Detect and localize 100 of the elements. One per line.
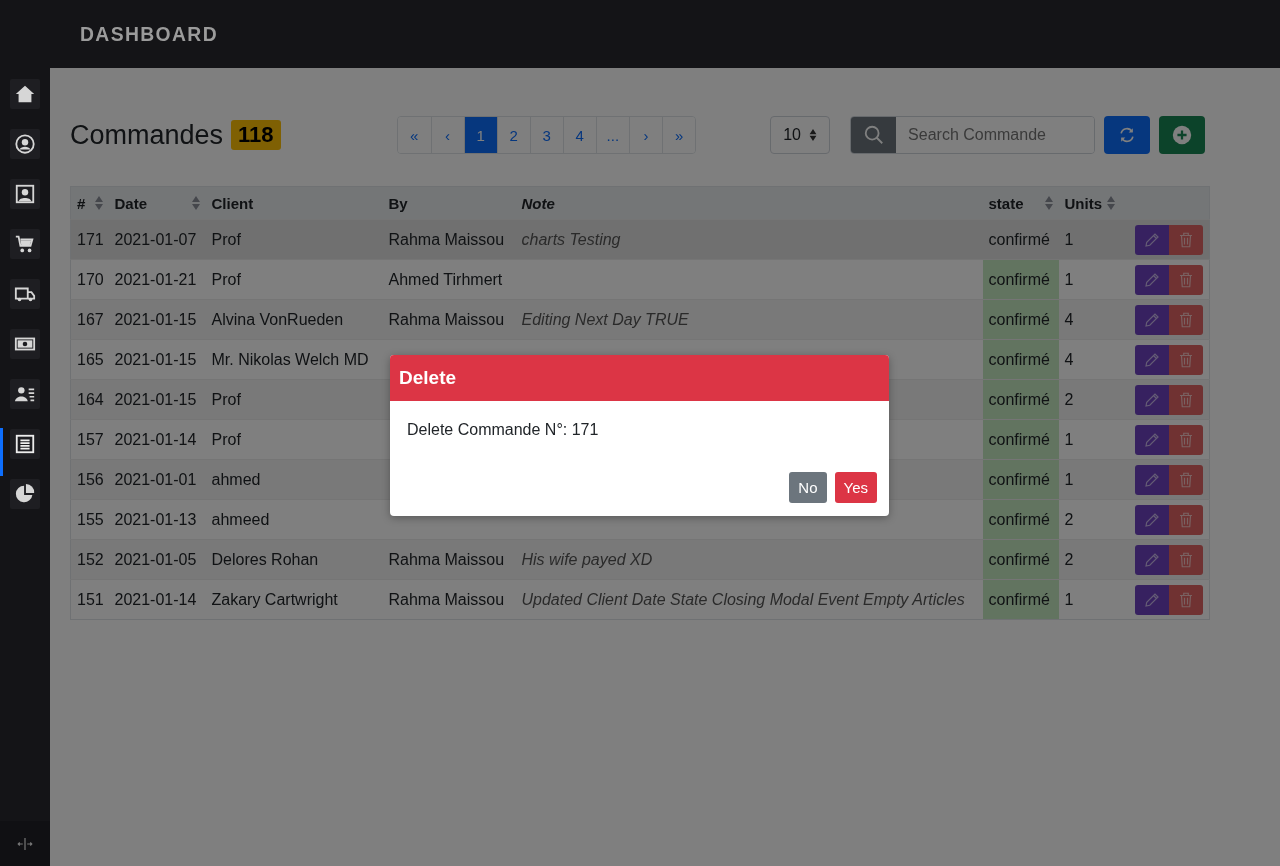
sidebar-item[interactable] bbox=[10, 229, 40, 259]
sort-icon[interactable] bbox=[1106, 196, 1115, 210]
pie-chart-icon bbox=[14, 483, 36, 505]
column-header: Note bbox=[521, 194, 555, 212]
edit-button[interactable] bbox=[1135, 504, 1169, 535]
cell-text: 2021-01-15 bbox=[114, 390, 197, 408]
cell-text: 164 bbox=[77, 390, 104, 408]
delete-button[interactable] bbox=[1169, 304, 1203, 335]
delete-button[interactable] bbox=[1169, 504, 1203, 535]
delete-button[interactable] bbox=[1169, 464, 1203, 495]
sort-icon[interactable] bbox=[191, 196, 200, 210]
cell-text: Prof bbox=[211, 390, 241, 408]
sidebar-item[interactable] bbox=[10, 479, 40, 509]
column-header: By bbox=[388, 194, 408, 212]
cell-text: 2021-01-15 bbox=[114, 310, 197, 328]
dialog-message: Delete Commande N°: 171 bbox=[407, 421, 599, 438]
sidebar-item[interactable] bbox=[10, 379, 40, 409]
list-icon bbox=[14, 433, 36, 455]
cell-text: 152 bbox=[77, 550, 104, 568]
cell-text: Mr. Nikolas Welch MD bbox=[211, 350, 369, 368]
trash-icon bbox=[1177, 470, 1195, 489]
cell-text: Rahma Maissou bbox=[388, 230, 505, 248]
note-text: Editing Next Day TRUE bbox=[521, 310, 689, 328]
cell-text: 2021-01-05 bbox=[114, 550, 197, 568]
edit-button[interactable] bbox=[1135, 544, 1169, 575]
cell-text: Zakary Cartwright bbox=[211, 590, 338, 608]
edit-button[interactable] bbox=[1135, 424, 1169, 455]
edit-button[interactable] bbox=[1135, 224, 1169, 255]
page-link[interactable]: » bbox=[662, 117, 696, 153]
delete-button[interactable] bbox=[1169, 424, 1203, 455]
per-page-select[interactable]: 10 bbox=[770, 116, 831, 154]
cell-text: 4 bbox=[1064, 350, 1074, 368]
cell-text: 2021-01-15 bbox=[114, 350, 197, 368]
cell-text: 170 bbox=[77, 270, 104, 288]
sidebar-item[interactable] bbox=[10, 129, 40, 159]
search-field[interactable]: Search Commande bbox=[850, 116, 1096, 154]
cell-text: 2021-01-14 bbox=[114, 590, 197, 608]
sort-icon[interactable] bbox=[94, 196, 103, 210]
user-circle-icon bbox=[14, 133, 36, 155]
state-text: confirmé bbox=[988, 590, 1050, 608]
cell-text: 1 bbox=[1064, 230, 1074, 248]
cancel-button[interactable]: No bbox=[789, 472, 827, 503]
cell-text: 1 bbox=[1064, 270, 1074, 288]
delete-button[interactable] bbox=[1169, 264, 1203, 295]
cart-icon bbox=[14, 233, 36, 255]
note-text: charts Testing bbox=[521, 230, 621, 248]
note-text: His wife payed XD bbox=[521, 550, 653, 568]
sidebar-item[interactable] bbox=[10, 429, 40, 459]
edit-button[interactable] bbox=[1135, 264, 1169, 295]
delete-button[interactable] bbox=[1169, 384, 1203, 415]
column-header[interactable]: # bbox=[77, 194, 86, 212]
delete-button[interactable] bbox=[1169, 224, 1203, 255]
state-text: confirmé bbox=[988, 310, 1050, 328]
edit-button[interactable] bbox=[1135, 344, 1169, 375]
cell-text: Prof bbox=[211, 430, 241, 448]
trash-icon bbox=[1177, 590, 1195, 609]
trash-icon bbox=[1177, 550, 1195, 569]
delete-button[interactable] bbox=[1169, 544, 1203, 575]
column-header[interactable]: Date bbox=[114, 194, 147, 212]
cell-text: Alvina VonRueden bbox=[211, 310, 344, 328]
confirm-button[interactable]: Yes bbox=[834, 472, 877, 503]
page-link[interactable]: 1 bbox=[463, 117, 497, 153]
refresh-button[interactable] bbox=[1104, 116, 1151, 154]
cell-text: Rahma Maissou bbox=[388, 310, 505, 328]
user-card-icon bbox=[14, 183, 36, 205]
cell-text: Prof bbox=[211, 270, 241, 288]
cell-text: Rahma Maissou bbox=[388, 550, 505, 568]
sidebar-item[interactable] bbox=[10, 179, 40, 209]
edit-button[interactable] bbox=[1135, 464, 1169, 495]
sidebar-item[interactable] bbox=[10, 79, 40, 109]
search-icon bbox=[862, 124, 885, 146]
sort-icon[interactable] bbox=[1044, 196, 1053, 210]
cell-text: 165 bbox=[77, 350, 104, 368]
delete-button[interactable] bbox=[1169, 344, 1203, 375]
cell-text: Ahmed Tirhmert bbox=[388, 270, 503, 288]
state-text: confirmé bbox=[988, 270, 1050, 288]
plus-icon bbox=[1171, 124, 1194, 146]
table-row[interactable]: 152 2021-01-05 Delores Rohan Rahma Maissou His wife payed XD confirmé 2 bbox=[70, 539, 1210, 580]
add-button[interactable] bbox=[1159, 116, 1206, 154]
cell-text: Delores Rohan bbox=[211, 550, 319, 568]
sidebar-item[interactable] bbox=[10, 279, 40, 309]
home-icon bbox=[14, 83, 36, 105]
cell-text: 2 bbox=[1064, 550, 1074, 568]
trash-icon bbox=[1177, 310, 1195, 329]
edit-button[interactable] bbox=[1135, 384, 1169, 415]
delete-button[interactable] bbox=[1169, 584, 1203, 615]
cell-text: ahmed bbox=[211, 470, 261, 488]
table-row[interactable]: 151 2021-01-14 Zakary Cartwright Rahma Maissou Updated Client Date State Closing Modal Event Empty Articles confirmé 1 bbox=[70, 579, 1210, 620]
cell-text: 171 bbox=[77, 230, 104, 248]
edit-button[interactable] bbox=[1135, 304, 1169, 335]
sidebar-item[interactable] bbox=[10, 329, 40, 359]
state-text: confirmé bbox=[988, 550, 1050, 568]
cell-text: 2021-01-01 bbox=[114, 470, 197, 488]
edit-button[interactable] bbox=[1135, 584, 1169, 615]
table-row[interactable]: 171 2021-01-07 Prof Rahma Maissou charts Testing confirmé 1 bbox=[70, 219, 1210, 260]
cell-text: 155 bbox=[77, 510, 104, 528]
cell-text: 1 bbox=[1064, 430, 1074, 448]
dialog-title: Delete bbox=[390, 355, 889, 401]
dashboard-logo[interactable]: DASHBOARD bbox=[80, 22, 218, 46]
table-row[interactable]: 167 2021-01-15 Alvina VonRueden Rahma Maissou Editing Next Day TRUE confirmé 4 bbox=[70, 299, 1210, 340]
